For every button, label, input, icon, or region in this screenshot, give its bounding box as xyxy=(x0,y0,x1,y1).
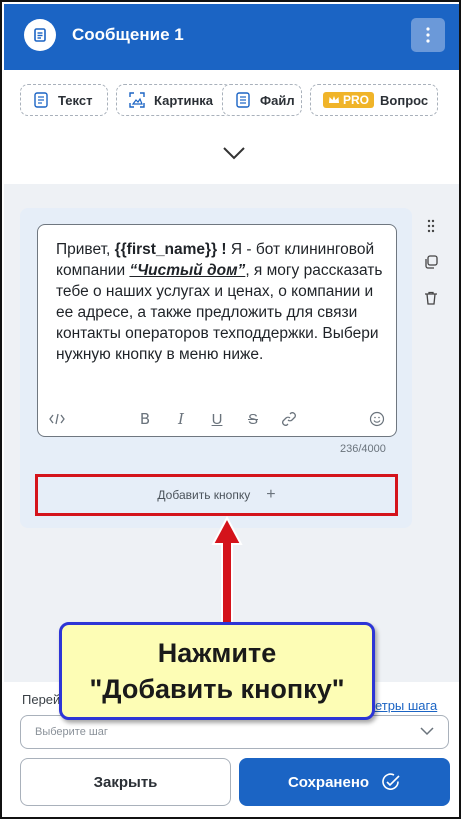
add-button-label: Добавить кнопку xyxy=(157,488,251,502)
message-text[interactable]: Привет, {{first_name}} ! Я - бот клининг… xyxy=(56,239,392,365)
text-greeting: Привет, xyxy=(56,241,115,258)
chip-text[interactable]: Текст xyxy=(20,84,108,116)
header-bar: Сообщение 1 xyxy=(4,4,459,70)
callout-line-1: Нажмите xyxy=(157,638,277,668)
page-title: Сообщение 1 xyxy=(72,25,184,44)
file-icon xyxy=(235,92,251,108)
document-icon xyxy=(24,19,56,51)
chip-question[interactable]: PRO Вопрос xyxy=(310,84,438,116)
strikethrough-icon[interactable]: S xyxy=(242,409,264,429)
drag-handle-icon[interactable] xyxy=(421,216,441,236)
step-select-placeholder: Выберите шаг xyxy=(35,726,108,738)
message-editor[interactable]: Привет, {{first_name}} ! Я - бот клининг… xyxy=(37,224,397,437)
step-settings-link[interactable]: метры шага xyxy=(366,698,437,713)
image-scan-icon xyxy=(129,92,145,108)
chip-image[interactable]: Картинка xyxy=(116,84,232,116)
next-step-label: Перей xyxy=(22,692,61,707)
chevron-down-icon xyxy=(420,726,434,739)
chip-file[interactable]: Файл xyxy=(222,84,302,116)
app-frame: Сообщение 1 Текст Картинка Файл PRO Вопр… xyxy=(0,0,461,819)
editor-toolbar: B I U S xyxy=(38,402,396,436)
pointer-arrow xyxy=(207,514,247,639)
chip-text-label: Текст xyxy=(58,92,93,108)
chip-question-label: Вопрос xyxy=(380,92,429,108)
character-counter: 236/4000 xyxy=(340,443,386,455)
text-exclaim: ! xyxy=(217,241,231,258)
callout-line-2: "Добавить кнопку" xyxy=(89,674,345,704)
save-button[interactable]: Сохранено xyxy=(239,758,450,806)
text-company: “Чистый дом” xyxy=(129,262,246,279)
chip-file-label: Файл xyxy=(260,92,295,108)
check-circle-icon xyxy=(381,772,401,792)
text-variable: {{first_name}} xyxy=(114,241,218,258)
link-icon[interactable] xyxy=(278,409,300,429)
code-icon[interactable] xyxy=(46,409,68,429)
crown-icon xyxy=(329,96,339,103)
step-select[interactable]: Выберите шаг xyxy=(20,715,449,749)
save-button-label: Сохранено xyxy=(287,773,370,791)
chevron-down-icon[interactable] xyxy=(222,145,246,166)
plus-icon: + xyxy=(266,486,276,503)
copy-icon[interactable] xyxy=(421,252,441,272)
bold-icon[interactable]: B xyxy=(134,409,156,429)
text-doc-icon xyxy=(33,92,49,108)
trash-icon[interactable] xyxy=(421,288,441,308)
add-button-button[interactable]: Добавить кнопку + xyxy=(35,474,398,516)
italic-icon[interactable]: I xyxy=(170,409,192,429)
kebab-menu-icon[interactable] xyxy=(411,18,445,52)
pro-badge: PRO xyxy=(323,92,375,108)
underline-icon[interactable]: U xyxy=(206,409,228,429)
pro-badge-label: PRO xyxy=(343,93,370,107)
close-button[interactable]: Закрыть xyxy=(20,758,231,806)
instruction-callout: Нажмите "Добавить кнопку" xyxy=(59,622,375,720)
chip-image-label: Картинка xyxy=(154,92,214,108)
emoji-icon[interactable] xyxy=(366,409,388,429)
